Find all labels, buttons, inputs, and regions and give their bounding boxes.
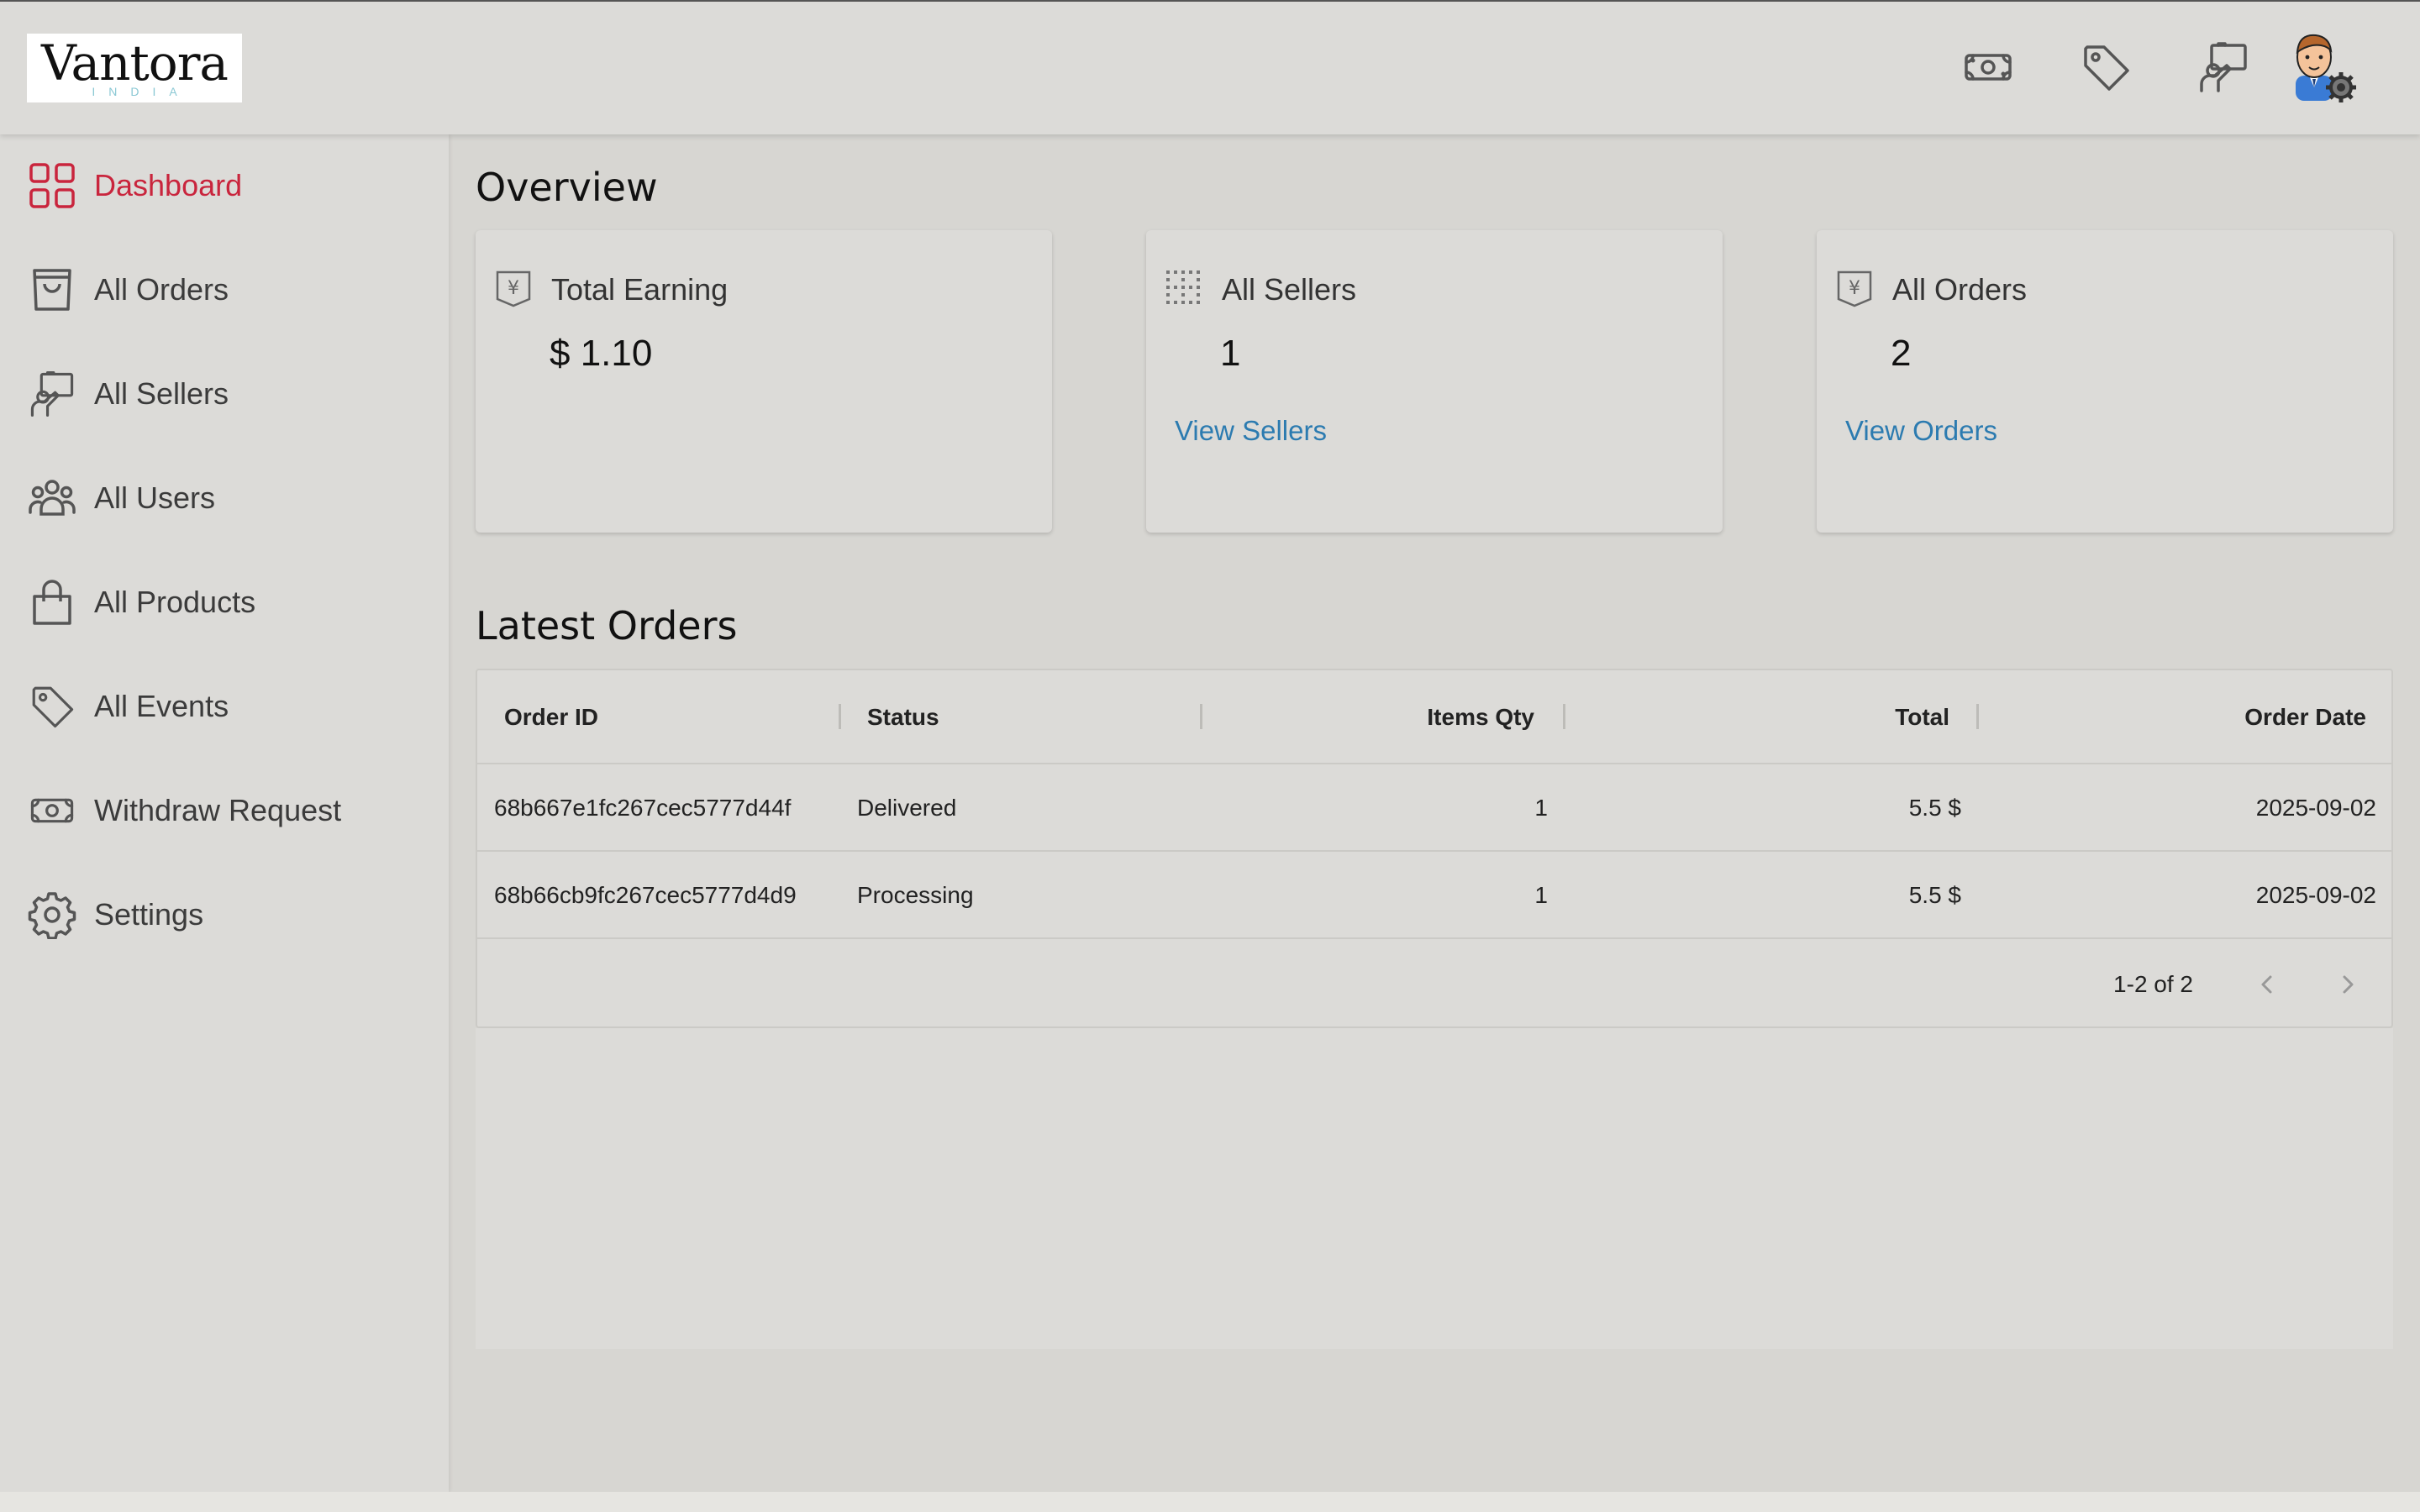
svg-text:¥: ¥ — [1849, 278, 1860, 299]
view-sellers-link[interactable]: View Sellers — [1175, 415, 1327, 447]
column-separator[interactable] — [1200, 704, 1202, 729]
top-header: Vantora INDIA — [0, 0, 2420, 134]
admin-avatar[interactable] — [2279, 24, 2363, 108]
sidebar-item-all-products[interactable]: All Products — [25, 573, 429, 632]
chevron-left-icon — [2261, 975, 2272, 994]
sidebar-item-all-events[interactable]: All Events — [25, 677, 429, 736]
sidebar-item-settings[interactable]: Settings — [25, 885, 429, 944]
cell-status: Delivered — [857, 795, 957, 821]
cell-order-date: 2025-09-02 — [2255, 795, 2376, 821]
card-value: $ 1.10 — [550, 333, 653, 374]
svg-text:¥: ¥ — [508, 278, 519, 299]
logo-subtext: INDIA — [92, 85, 191, 98]
sidebar-item-all-orders[interactable]: All Orders — [25, 260, 429, 319]
sidebar-item-label: All Products — [94, 585, 256, 619]
chevron-right-icon — [2343, 975, 2354, 994]
money-icon — [25, 784, 79, 837]
column-header-order-date[interactable]: Order Date — [2244, 704, 2366, 731]
gear-icon — [25, 888, 79, 942]
column-separator[interactable] — [1563, 704, 1565, 729]
card-title: All Orders — [1892, 272, 2028, 307]
tag-icon[interactable] — [2077, 39, 2134, 96]
table-header-row: Order ID Status Items Qty Total Order Da… — [477, 670, 2391, 764]
tag-icon — [25, 680, 79, 733]
table-empty-area — [476, 1028, 2393, 1349]
grid-dots-icon — [1163, 267, 1205, 309]
column-separator[interactable] — [839, 704, 841, 729]
sidebar-item-all-users[interactable]: All Users — [25, 469, 429, 528]
column-header-order-id[interactable]: Order ID — [504, 704, 598, 731]
sidebar: Dashboard All Orders All Sellers All Use… — [0, 134, 449, 1492]
next-page-button[interactable] — [2329, 966, 2366, 1003]
money-icon[interactable] — [1960, 39, 2017, 96]
column-header-status[interactable]: Status — [867, 704, 939, 731]
currency-icon: ¥ — [492, 267, 534, 309]
sidebar-item-label: Withdraw Request — [94, 793, 342, 827]
shopping-bag-icon — [25, 263, 79, 317]
column-header-items-qty[interactable]: Items Qty — [1427, 704, 1534, 731]
table-row[interactable]: 68b667e1fc267cec5777d44f Delivered 1 5.5… — [477, 764, 2391, 852]
brand-logo[interactable]: Vantora INDIA — [27, 34, 242, 102]
cell-order-date: 2025-09-02 — [2255, 882, 2376, 908]
sidebar-item-label: All Orders — [94, 272, 229, 307]
seller-icon[interactable] — [2195, 39, 2252, 96]
column-separator[interactable] — [1976, 704, 1979, 729]
cell-status: Processing — [857, 882, 974, 908]
product-bag-icon — [25, 575, 79, 629]
sidebar-item-all-sellers[interactable]: All Sellers — [25, 365, 429, 423]
sidebar-item-withdraw-request[interactable]: Withdraw Request — [25, 781, 429, 840]
cell-total: 5.5 $ — [1908, 795, 1961, 821]
column-header-total[interactable]: Total — [1895, 704, 1949, 731]
sidebar-item-label: All Sellers — [94, 376, 229, 411]
cell-order-id: 68b667e1fc267cec5777d44f — [494, 795, 792, 821]
all-sellers-card: All Sellers 1 View Sellers — [1146, 230, 1723, 533]
orders-table: Order ID Status Items Qty Total Order Da… — [476, 669, 2393, 1028]
card-title: All Sellers — [1222, 272, 1357, 307]
card-value: 1 — [1220, 333, 1241, 374]
latest-orders-title: Latest Orders — [476, 603, 738, 648]
overview-title: Overview — [476, 165, 658, 210]
total-earning-card: ¥ Total Earning $ 1.10 — [476, 230, 1052, 533]
sidebar-item-label: Settings — [94, 897, 204, 932]
card-value: 2 — [1891, 333, 1912, 374]
dashboard-icon — [25, 159, 79, 213]
cell-items-qty: 1 — [1534, 882, 1548, 908]
pagination-text: 1-2 of 2 — [2113, 971, 2193, 997]
cell-total: 5.5 $ — [1908, 882, 1961, 908]
logo-text: Vantora — [40, 34, 229, 92]
previous-page-button[interactable] — [2249, 966, 2286, 1003]
card-title: Total Earning — [551, 272, 729, 307]
sidebar-item-label: Dashboard — [94, 168, 243, 202]
cell-order-id: 68b66cb9fc267cec5777d4d9 — [494, 882, 797, 908]
cell-items-qty: 1 — [1534, 795, 1548, 821]
view-orders-link[interactable]: View Orders — [1845, 415, 1997, 447]
all-orders-card: ¥ All Orders 2 View Orders — [1817, 230, 2393, 533]
sidebar-item-label: All Users — [94, 480, 216, 515]
currency-icon: ¥ — [1833, 267, 1876, 309]
sidebar-item-label: All Events — [94, 689, 229, 723]
sidebar-item-dashboard[interactable]: Dashboard — [25, 156, 429, 215]
bottom-strip — [0, 1492, 2420, 1512]
users-icon — [25, 471, 79, 525]
table-row[interactable]: 68b66cb9fc267cec5777d4d9 Processing 1 5.… — [477, 852, 2391, 939]
seller-icon — [25, 367, 79, 421]
